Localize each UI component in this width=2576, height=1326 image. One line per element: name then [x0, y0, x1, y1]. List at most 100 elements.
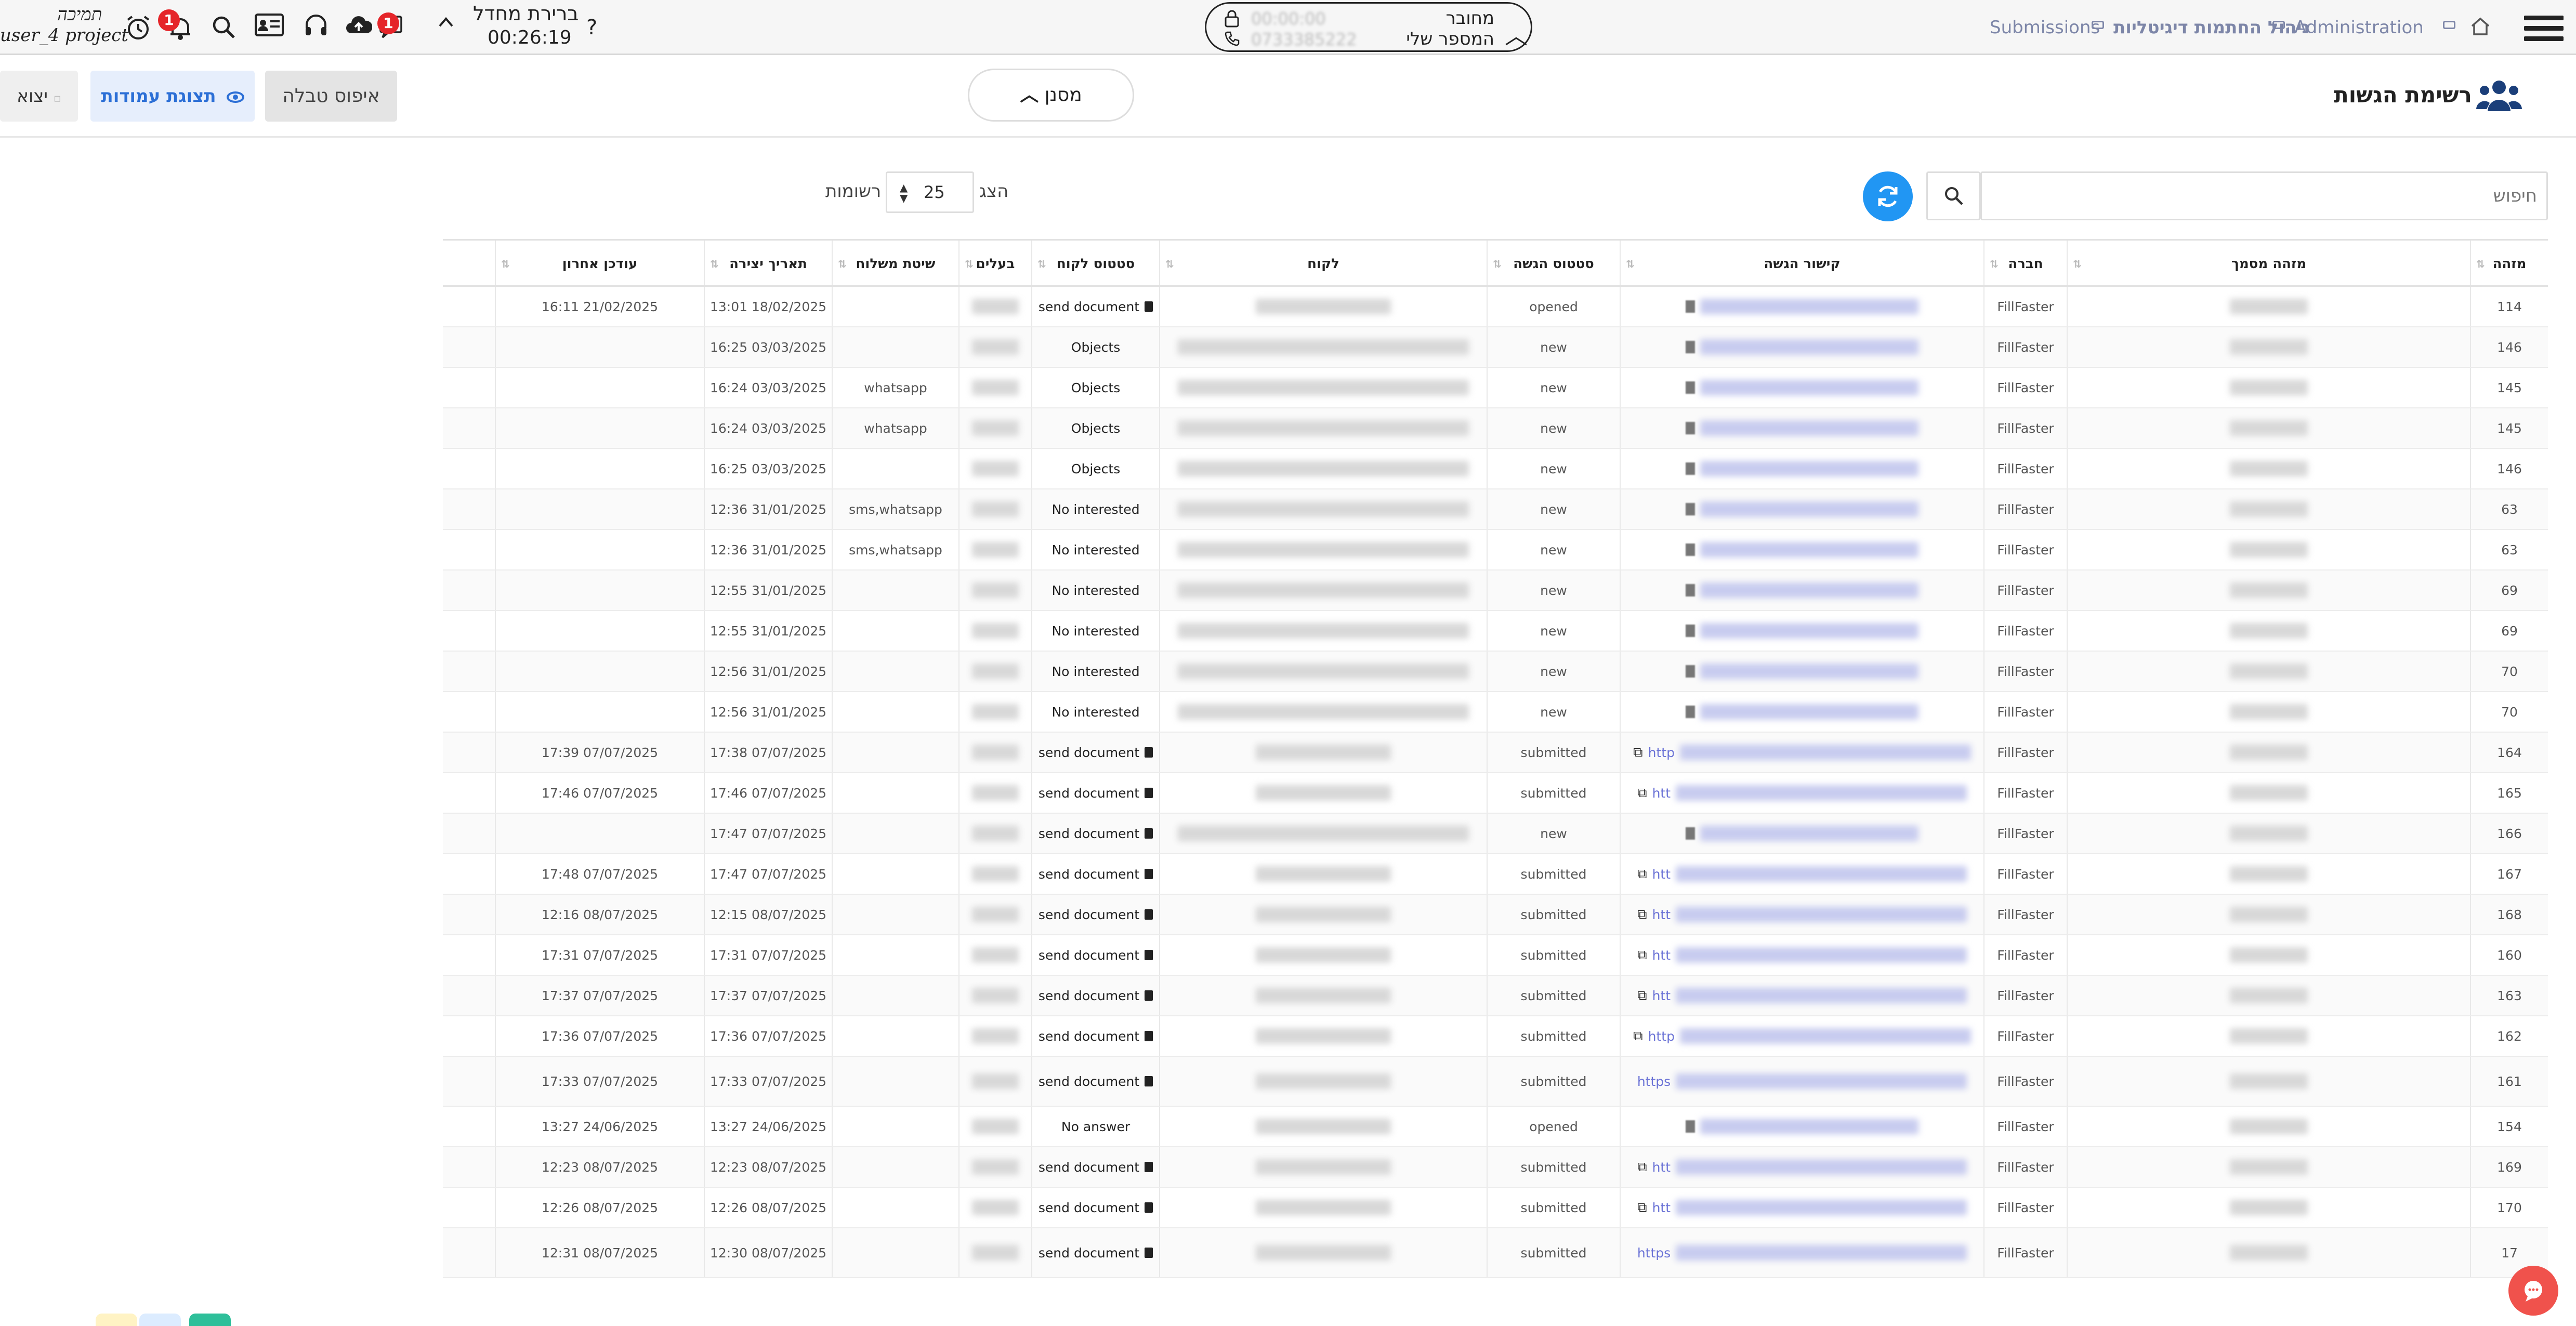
- cell-client-status[interactable]: No interested: [1031, 489, 1159, 529]
- table-row[interactable]: 160 FillFaster ⧉ htt submitted send document 1…: [443, 935, 2548, 976]
- copy-icon[interactable]: ⧉: [1637, 866, 1647, 882]
- cell-client-status[interactable]: No answer: [1031, 1107, 1159, 1146]
- sort-icon[interactable]: ⇅: [501, 241, 510, 287]
- submission-link[interactable]: [1686, 501, 1918, 517]
- column-header[interactable]: מזהה מסמך ⇅: [2067, 241, 2470, 285]
- copy-icon[interactable]: ⧉: [1637, 988, 1647, 1004]
- copy-icon[interactable]: ⧉: [1637, 907, 1647, 923]
- cell-client-status[interactable]: No interested: [1031, 530, 1159, 569]
- cell-client-status[interactable]: Objects: [1031, 449, 1159, 488]
- cell-client-status[interactable]: Objects: [1031, 368, 1159, 407]
- cloud-upload-icon[interactable]: [345, 12, 372, 39]
- cell-client-status[interactable]: Objects: [1031, 408, 1159, 448]
- submission-link[interactable]: ⧉ htt: [1637, 785, 1967, 801]
- table-row[interactable]: 146 FillFaster new Objects 16:25 03/03/2025: [443, 327, 2548, 368]
- breadcrumb-submissions[interactable]: Submissions: [1990, 17, 2100, 38]
- cell-client-status[interactable]: send document: [1031, 895, 1159, 934]
- sort-icon[interactable]: ⇅: [1626, 241, 1635, 287]
- table-row[interactable]: 114 FillFaster opened send document 13:01 18…: [443, 287, 2548, 327]
- chat-fab-button[interactable]: [2508, 1266, 2558, 1316]
- breadcrumb-digital-signature[interactable]: ניהול החתמות דיגיטליות: [2113, 17, 2310, 38]
- sort-icon[interactable]: ⇅: [1990, 241, 1999, 287]
- bottom-tool-button-3[interactable]: [189, 1314, 231, 1326]
- cell-submission-link[interactable]: [1620, 652, 1983, 691]
- table-row[interactable]: 70 FillFaster new No interested 12:56 31/01/…: [443, 652, 2548, 692]
- user-role-label[interactable]: תמיכה: [57, 4, 102, 25]
- column-header[interactable]: קישור הגשה ⇅: [1620, 241, 1983, 285]
- submission-link[interactable]: ⧉ http: [1633, 745, 1971, 761]
- cell-client-status[interactable]: No interested: [1031, 611, 1159, 651]
- sort-icon[interactable]: ⇅: [2073, 241, 2082, 287]
- cell-client-status[interactable]: send document: [1031, 287, 1159, 326]
- table-row[interactable]: 17 FillFaster https submitted send document 1…: [443, 1228, 2548, 1278]
- cell-submission-link[interactable]: [1620, 611, 1983, 651]
- sort-icon[interactable]: ⇅: [1165, 241, 1174, 287]
- table-row[interactable]: 69 FillFaster new No interested 12:55 31/01/…: [443, 571, 2548, 611]
- table-row[interactable]: 69 FillFaster new No interested 12:55 31/01/…: [443, 611, 2548, 652]
- table-row[interactable]: 168 FillFaster ⧉ htt submitted send document 1…: [443, 895, 2548, 935]
- cell-client-status[interactable]: send document: [1031, 854, 1159, 894]
- table-row[interactable]: 146 FillFaster new Objects 16:25 03/03/2025: [443, 449, 2548, 489]
- cell-submission-link[interactable]: [1620, 449, 1983, 488]
- table-row[interactable]: 63 FillFaster new No interested sms,whatsapp…: [443, 530, 2548, 571]
- column-header[interactable]: שיטת משלוח ⇅: [832, 241, 958, 285]
- table-row[interactable]: 166 FillFaster new send document 17:47 07/07…: [443, 814, 2548, 854]
- submission-link[interactable]: [1686, 664, 1918, 679]
- column-header[interactable]: חברה ⇅: [1983, 241, 2067, 285]
- submission-link[interactable]: [1686, 380, 1918, 395]
- submission-link[interactable]: [1686, 299, 1918, 314]
- phone-status-widget[interactable]: 00:00:00 0733385222 מחובר המספר שלי ︿: [1205, 2, 1532, 52]
- refresh-button[interactable]: [1863, 171, 1913, 221]
- table-row[interactable]: 162 FillFaster ⧉ http submitted send document…: [443, 1016, 2548, 1057]
- submission-link[interactable]: ⧉ htt: [1637, 1200, 1967, 1216]
- breadcrumb-administration[interactable]: Administration: [2294, 17, 2424, 38]
- cell-client-status[interactable]: send document: [1031, 1188, 1159, 1227]
- cell-client-status[interactable]: send document: [1031, 1057, 1159, 1106]
- cell-client-status[interactable]: No interested: [1031, 571, 1159, 610]
- table-row[interactable]: 70 FillFaster new No interested 12:56 31/01/…: [443, 692, 2548, 733]
- table-row[interactable]: 169 FillFaster ⧉ htt submitted send document 1…: [443, 1147, 2548, 1188]
- search-input[interactable]: [1980, 171, 2548, 220]
- submission-link[interactable]: [1686, 582, 1918, 598]
- cell-submission-link[interactable]: [1620, 571, 1983, 610]
- help-button[interactable]: ?: [586, 16, 597, 39]
- submission-link[interactable]: [1686, 420, 1918, 436]
- submission-link[interactable]: [1686, 542, 1918, 558]
- cell-client-status[interactable]: send document: [1031, 814, 1159, 853]
- copy-icon[interactable]: ⧉: [1633, 1028, 1643, 1044]
- cell-submission-link[interactable]: [1620, 489, 1983, 529]
- cell-submission-link[interactable]: [1620, 814, 1983, 853]
- columns-view-button[interactable]: תצוגת עמודות: [90, 71, 255, 122]
- table-row[interactable]: 154 FillFaster opened No answer 13:27 24/06/…: [443, 1107, 2548, 1147]
- cell-submission-link[interactable]: [1620, 327, 1983, 367]
- table-row[interactable]: 161 FillFaster https submitted send document…: [443, 1057, 2548, 1107]
- sort-icon[interactable]: ⇅: [1493, 241, 1502, 287]
- chevron-up-icon[interactable]: [437, 15, 455, 29]
- table-row[interactable]: 145 FillFaster new Objects whatsapp 16:24 03/…: [443, 368, 2548, 408]
- submission-link[interactable]: ⧉ htt: [1637, 947, 1967, 963]
- bottom-tool-button-2[interactable]: [139, 1314, 181, 1326]
- submission-link[interactable]: [1686, 704, 1918, 720]
- submission-link[interactable]: [1686, 339, 1918, 355]
- submission-link[interactable]: https: [1637, 1073, 1967, 1089]
- table-row[interactable]: 167 FillFaster ⧉ htt submitted send document 1…: [443, 854, 2548, 895]
- table-row[interactable]: 145 FillFaster new Objects whatsapp 16:24 03/…: [443, 408, 2548, 449]
- cell-client-status[interactable]: No interested: [1031, 692, 1159, 732]
- page-size-select[interactable]: ▲ ▼ 25: [886, 171, 974, 213]
- search-button[interactable]: [1926, 171, 1980, 220]
- submission-link[interactable]: ⧉ htt: [1637, 988, 1967, 1004]
- cell-client-status[interactable]: send document: [1031, 1147, 1159, 1187]
- copy-icon[interactable]: ⧉: [1637, 785, 1647, 801]
- cell-submission-link[interactable]: ⧉ htt: [1620, 1188, 1983, 1227]
- chevron-up-icon[interactable]: ︿: [1505, 17, 1528, 50]
- submission-link[interactable]: [1686, 826, 1918, 841]
- search-icon[interactable]: [211, 15, 237, 41]
- submission-link[interactable]: ⧉ htt: [1637, 907, 1967, 923]
- export-button[interactable]: יצוא ▫: [0, 71, 78, 122]
- copy-icon[interactable]: ⧉: [1637, 1200, 1647, 1216]
- sort-icon[interactable]: ⇅: [1037, 241, 1046, 287]
- column-header[interactable]: מזהה ⇅: [2470, 241, 2548, 285]
- cell-client-status[interactable]: send document: [1031, 976, 1159, 1015]
- submission-link[interactable]: [1686, 1119, 1918, 1134]
- cell-submission-link[interactable]: [1620, 1107, 1983, 1146]
